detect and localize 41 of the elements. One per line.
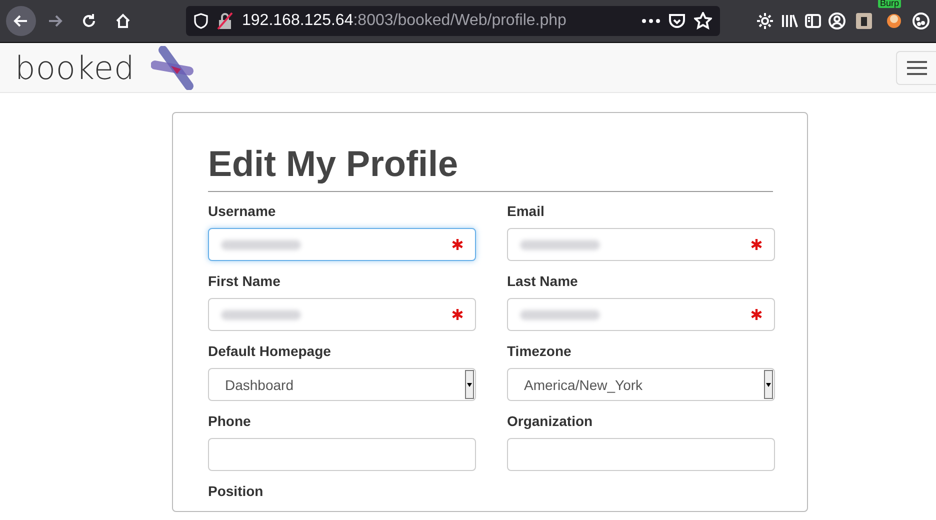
logo-text: booked bbox=[15, 48, 135, 86]
caret-icon bbox=[465, 370, 474, 399]
input-field[interactable] bbox=[208, 228, 476, 261]
page-title: Edit My Profile bbox=[208, 143, 773, 192]
back-button[interactable] bbox=[6, 6, 36, 36]
sidebar-icon[interactable] bbox=[804, 12, 822, 30]
caret-icon bbox=[764, 370, 773, 399]
insecure-lock-icon bbox=[216, 12, 234, 30]
field-label: First Name bbox=[208, 273, 282, 289]
field-label: Email bbox=[507, 203, 546, 219]
extension-badge: Burp bbox=[878, 0, 902, 8]
menu-button[interactable] bbox=[896, 50, 936, 84]
extension-icon[interactable] bbox=[886, 13, 902, 29]
field-label: Default Homepage bbox=[208, 343, 332, 359]
field-label: Position bbox=[208, 483, 264, 499]
more-icon[interactable] bbox=[642, 19, 660, 23]
library-icon[interactable] bbox=[780, 12, 798, 30]
shield-icon bbox=[194, 13, 208, 29]
field-label: Username bbox=[208, 203, 277, 219]
pocket-icon[interactable] bbox=[668, 12, 686, 30]
select-field[interactable]: America/New_York bbox=[507, 368, 775, 401]
cookie-icon[interactable] bbox=[912, 12, 930, 30]
extension-icon[interactable] bbox=[856, 13, 872, 29]
select-field[interactable]: Dashboard bbox=[208, 368, 476, 401]
menu-icon bbox=[906, 60, 926, 74]
input-field[interactable] bbox=[507, 228, 775, 261]
gear-icon[interactable] bbox=[756, 12, 774, 30]
field-label: Last Name bbox=[507, 273, 579, 289]
address-bar[interactable]: 192.168.125.64:8003/booked/Web/profile.php bbox=[186, 6, 720, 36]
field-label: Phone bbox=[208, 413, 252, 429]
reload-icon bbox=[80, 12, 98, 30]
input-field[interactable] bbox=[208, 298, 476, 331]
url-text: 192.168.125.64:8003/booked/Web/profile.php bbox=[242, 12, 568, 30]
star-icon[interactable] bbox=[694, 12, 712, 30]
field-label: Organization bbox=[507, 413, 594, 429]
account-icon[interactable] bbox=[828, 12, 846, 30]
input-field[interactable] bbox=[208, 438, 476, 471]
input-field[interactable] bbox=[507, 298, 775, 331]
input-field[interactable] bbox=[507, 438, 775, 471]
home-icon bbox=[114, 12, 132, 30]
field-label: Timezone bbox=[507, 343, 572, 359]
